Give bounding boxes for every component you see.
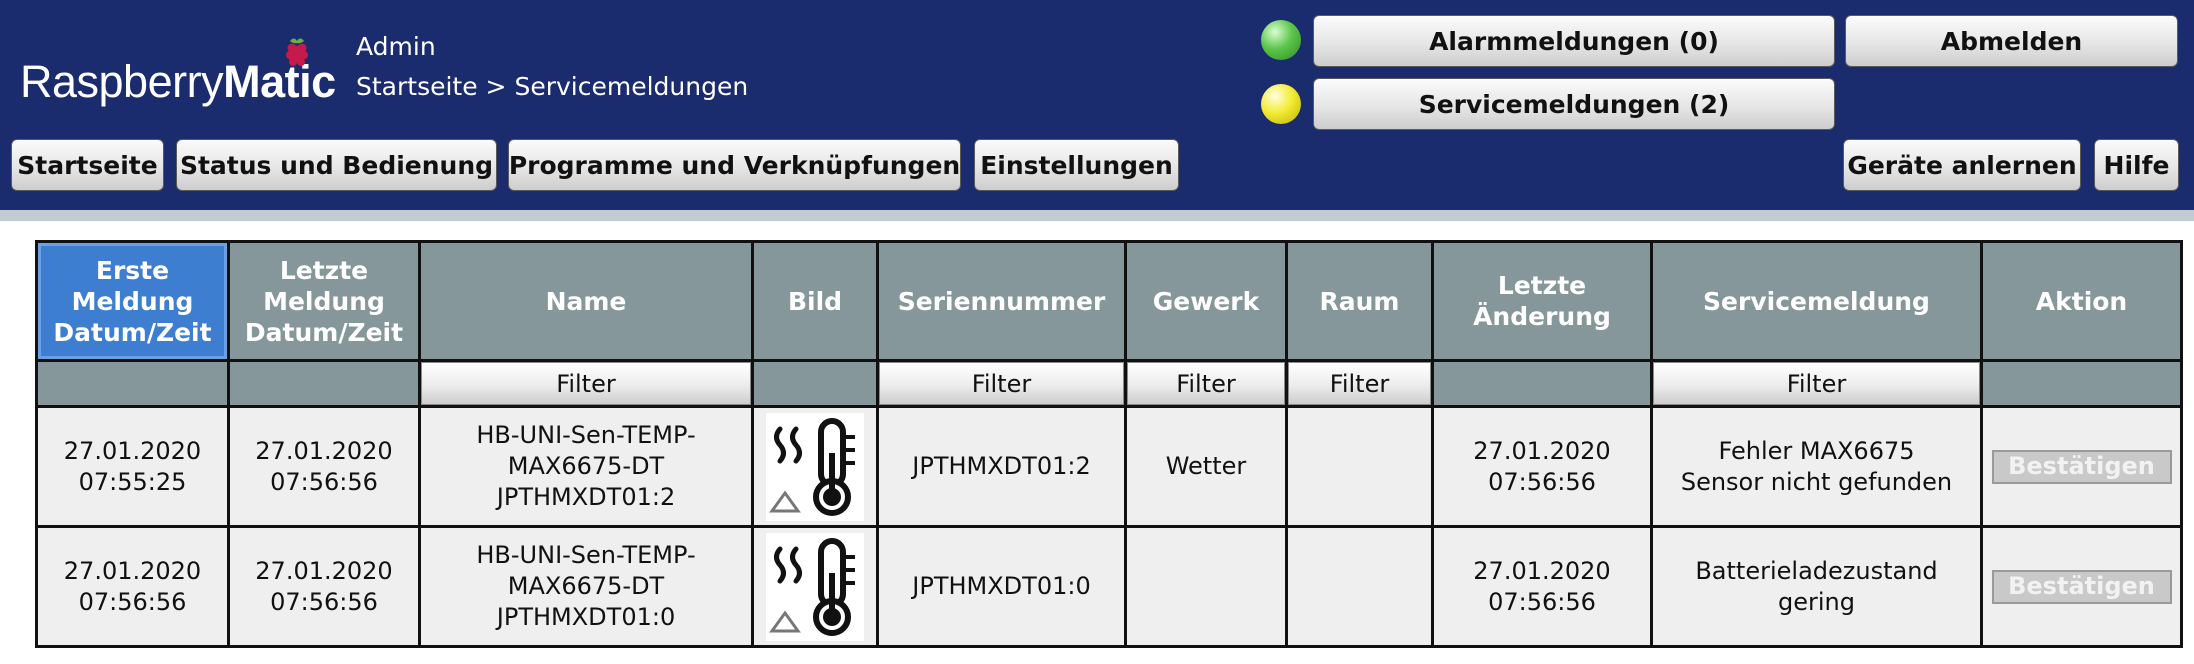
service-messages-button[interactable]: Servicemeldungen (2) (1313, 78, 1835, 130)
last-report-cell: 27.01.2020 07:56:56 (227, 405, 421, 528)
trade-cell: Wetter (1124, 405, 1288, 528)
room-cell (1285, 405, 1434, 528)
filter-room-cell: Filter (1285, 359, 1434, 408)
last-change-cell: 27.01.2020 07:56:56 (1431, 405, 1653, 528)
column-header-trade[interactable]: Gewerk (1124, 240, 1288, 362)
serial-cell: JPTHMXDT01:0 (876, 525, 1127, 648)
column-header-last-report[interactable]: Letzte Meldung Datum/Zeit (227, 240, 421, 362)
nav-einstellungen[interactable]: Einstellungen (974, 139, 1179, 191)
last-change-cell: 27.01.2020 07:56:56 (1431, 525, 1653, 648)
filter-room-button[interactable]: Filter (1288, 362, 1431, 405)
trade-cell (1124, 525, 1288, 648)
filter-serial-button[interactable]: Filter (879, 362, 1124, 405)
action-cell: Bestätigen (1980, 405, 2183, 528)
filter-trade-button[interactable]: Filter (1127, 362, 1285, 405)
column-header-name[interactable]: Name (418, 240, 754, 362)
column-header-service-message[interactable]: Servicemeldung (1650, 240, 1983, 362)
table-row: 27.01.2020 07:56:56 27.01.2020 07:56:56 … (35, 525, 2183, 648)
filter-serial-cell: Filter (876, 359, 1127, 408)
header-divider (0, 210, 2194, 221)
top-header: RaspberryMatic Admin Startseite > Servic… (0, 0, 2194, 210)
filter-cell-empty (1431, 359, 1653, 408)
column-header-serial[interactable]: Seriennummer (876, 240, 1127, 362)
room-cell (1285, 525, 1434, 648)
filter-cell-empty (227, 359, 421, 408)
device-image-cell (751, 525, 879, 648)
nav-startseite[interactable]: Startseite (11, 139, 164, 191)
device-name-cell: HB-UNI-Sen-TEMP- MAX6675-DT JPTHMXDT01:2 (418, 405, 754, 528)
confirm-button[interactable]: Bestätigen (1991, 569, 2172, 604)
nav-hilfe[interactable]: Hilfe (2094, 139, 2179, 191)
first-report-cell: 27.01.2020 07:55:25 (35, 405, 230, 528)
nav-programme-und-verknuepfungen[interactable]: Programme und Verknüpfungen (508, 139, 961, 191)
alarm-status-led (1261, 20, 1301, 60)
service-message-cell: Batterieladezustand gering (1650, 525, 1983, 648)
filter-name-button[interactable]: Filter (421, 362, 751, 405)
column-header-room[interactable]: Raum (1285, 240, 1434, 362)
filter-cell-empty (751, 359, 879, 408)
filter-message-button[interactable]: Filter (1653, 362, 1980, 405)
service-messages-table-container: Erste Meldung Datum/Zeit Letzte Meldung … (35, 240, 2183, 648)
filter-trade-cell: Filter (1124, 359, 1288, 408)
first-report-cell: 27.01.2020 07:56:56 (35, 525, 230, 648)
service-messages-table: Erste Meldung Datum/Zeit Letzte Meldung … (35, 240, 2183, 648)
column-header-first-report[interactable]: Erste Meldung Datum/Zeit (35, 240, 230, 362)
device-name-cell: HB-UNI-Sen-TEMP- MAX6675-DT JPTHMXDT01:0 (418, 525, 754, 648)
confirm-button[interactable]: Bestätigen (1991, 449, 2172, 484)
temperature-sensor-icon (766, 412, 864, 521)
logged-in-user: Admin (356, 32, 436, 61)
table-header-row: Erste Meldung Datum/Zeit Letzte Meldung … (35, 240, 2183, 362)
temperature-sensor-icon (766, 532, 864, 641)
filter-name-cell: Filter (418, 359, 754, 408)
breadcrumb: Startseite > Servicemeldungen (356, 72, 749, 101)
filter-row: Filter Filter Filter Filter Filter (35, 359, 2183, 408)
raspberry-icon (286, 38, 308, 66)
column-header-image: Bild (751, 240, 879, 362)
filter-cell-empty (1980, 359, 2183, 408)
serial-cell: JPTHMXDT01:2 (876, 405, 1127, 528)
logout-button[interactable]: Abmelden (1845, 15, 2178, 67)
column-header-last-change[interactable]: Letzte Änderung (1431, 240, 1653, 362)
table-row: 27.01.2020 07:55:25 27.01.2020 07:56:56 … (35, 405, 2183, 528)
action-cell: Bestätigen (1980, 525, 2183, 648)
raspberrymatic-logo: RaspberryMatic (20, 38, 336, 112)
nav-geraete-anlernen[interactable]: Geräte anlernen (1843, 139, 2081, 191)
service-status-led (1261, 84, 1301, 124)
column-header-action: Aktion (1980, 240, 2183, 362)
alarm-messages-button[interactable]: Alarmmeldungen (0) (1313, 15, 1835, 67)
filter-cell-empty (35, 359, 230, 408)
filter-message-cell: Filter (1650, 359, 1983, 408)
service-message-cell: Fehler MAX6675 Sensor nicht gefunden (1650, 405, 1983, 528)
last-report-cell: 27.01.2020 07:56:56 (227, 525, 421, 648)
nav-status-und-bedienung[interactable]: Status und Bedienung (176, 139, 497, 191)
device-image-cell (751, 405, 879, 528)
